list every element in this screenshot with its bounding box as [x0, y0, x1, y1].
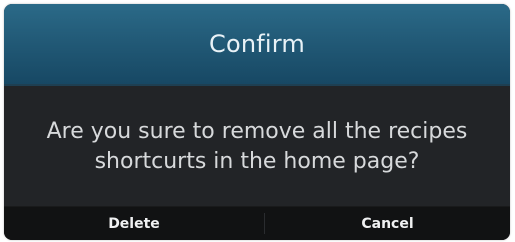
dialog-body: Are you sure to remove all the recipes s… [4, 86, 510, 207]
delete-button[interactable]: Delete [4, 207, 264, 240]
dialog-message: Are you sure to remove all the recipes s… [46, 118, 468, 174]
dialog-title-bar: Confirm [4, 4, 510, 86]
dialog-actions: Delete Cancel [4, 206, 510, 240]
dialog-title: Confirm [209, 30, 305, 58]
confirm-dialog: Confirm Are you sure to remove all the r… [4, 4, 510, 240]
cancel-button[interactable]: Cancel [265, 207, 510, 240]
